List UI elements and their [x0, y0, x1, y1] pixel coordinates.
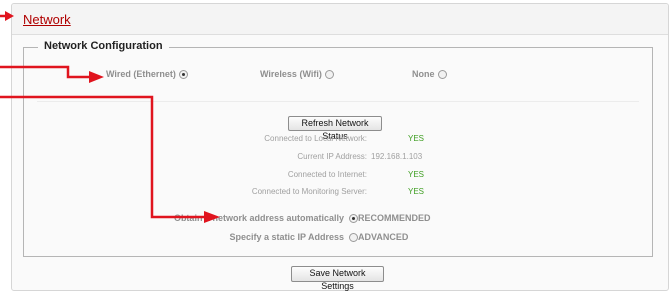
wireless-wifi-option[interactable]: Wireless (Wifi)	[260, 69, 334, 79]
none-radio[interactable]	[437, 69, 447, 79]
ip-address-value: 192.168.1.103	[371, 152, 423, 161]
static-ip-label: Specify a static IP Address	[229, 232, 344, 242]
wired-ethernet-option[interactable]: Wired (Ethernet)	[106, 69, 188, 79]
obtain-automatic-label-wrap: Obtain a network address automatically	[174, 213, 344, 223]
local-network-value: YES	[408, 134, 425, 143]
monitoring-server-value: YES	[408, 187, 425, 196]
panel-header: Network	[12, 4, 668, 35]
monitoring-server-label: Connected to Monitoring Server:	[251, 187, 367, 196]
wireless-wifi-radio[interactable]	[324, 69, 334, 79]
local-network-label: Connected to Local Network:	[264, 134, 367, 143]
none-label: None	[412, 69, 435, 79]
internet-label: Connected to Internet:	[287, 170, 367, 179]
obtain-automatic-label: Obtain a network address automatically	[173, 213, 344, 223]
static-ip-radio[interactable]	[349, 233, 358, 242]
network-configuration-legend: Network Configuration	[38, 40, 169, 52]
wired-ethernet-radio[interactable]	[178, 69, 188, 79]
ip-address-label: Current IP Address:	[297, 152, 367, 161]
save-network-settings-button[interactable]: Save Network Settings	[291, 266, 384, 291]
network-link[interactable]: Network	[23, 12, 71, 27]
advanced-note: ADVANCED	[358, 232, 409, 242]
obtain-automatic-radio[interactable]	[349, 214, 358, 223]
recommended-note: RECOMMENDED	[358, 213, 431, 223]
internet-value: YES	[408, 170, 425, 179]
refresh-network-status-button[interactable]: Refresh Network Status	[288, 116, 382, 141]
static-ip-label-wrap: Specify a static IP Address	[229, 232, 344, 242]
divider	[37, 101, 639, 102]
wired-ethernet-label: Wired (Ethernet)	[106, 69, 176, 79]
none-option[interactable]: None	[412, 69, 447, 79]
wireless-wifi-label: Wireless (Wifi)	[260, 69, 322, 79]
